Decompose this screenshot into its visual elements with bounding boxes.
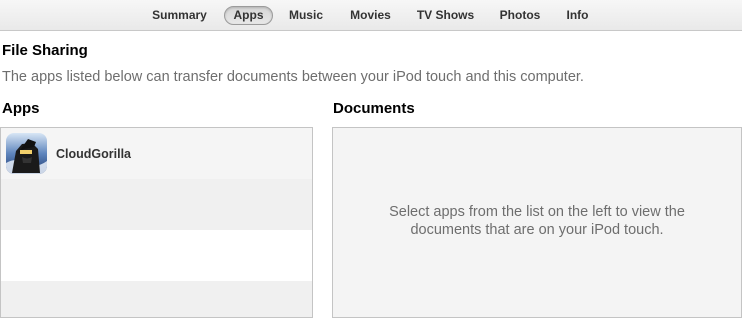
app-list-item[interactable]: CloudGorilla <box>1 128 312 179</box>
tab-summary[interactable]: Summary <box>146 6 213 25</box>
apps-list[interactable]: CloudGorilla <box>0 127 313 318</box>
tab-bar: Summary Apps Music Movies TV Shows Photo… <box>0 0 742 31</box>
app-name: CloudGorilla <box>56 147 131 161</box>
tab-info[interactable]: Info <box>562 6 593 25</box>
file-sharing-description: The apps listed below can transfer docum… <box>2 69 584 85</box>
tab-movies[interactable]: Movies <box>345 6 396 25</box>
file-sharing-title: File Sharing <box>2 42 88 59</box>
app-list-empty-row <box>1 179 312 230</box>
tab-photos[interactable]: Photos <box>495 6 545 25</box>
documents-empty-message: Select apps from the list on the left to… <box>389 204 685 238</box>
tab-music[interactable]: Music <box>284 6 328 25</box>
cloudgorilla-app-icon <box>6 133 47 174</box>
documents-list[interactable]: Select apps from the list on the left to… <box>332 127 742 318</box>
apps-header: Apps <box>2 100 40 117</box>
app-list-empty-row <box>1 281 312 317</box>
tab-apps[interactable]: Apps <box>224 6 273 25</box>
documents-header: Documents <box>333 100 415 117</box>
tab-tv-shows[interactable]: TV Shows <box>412 6 479 25</box>
app-list-empty-row <box>1 230 312 281</box>
